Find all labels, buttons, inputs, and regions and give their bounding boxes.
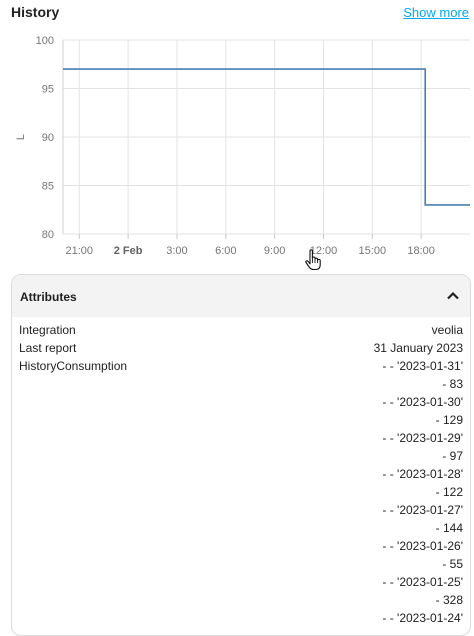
y-tick-label: 80 [42, 229, 54, 241]
attribute-row-integration: Integration veolia [19, 321, 463, 339]
y-tick-label: 85 [42, 181, 54, 193]
attribute-value: 31 January 2023 [373, 341, 463, 355]
attribute-name: Last report [19, 341, 77, 355]
attribute-list: Integration veolia Last report 31 Januar… [12, 317, 470, 627]
attribute-row-history-consumption: HistoryConsumption - - '2023-01-31' - 83… [19, 357, 463, 627]
history-line: - - '2023-01-30' [382, 395, 463, 409]
history-line: - - '2023-01-27' [382, 503, 463, 517]
history-line: - - '2023-01-24' [382, 611, 463, 625]
attribute-value: veolia [431, 323, 463, 337]
attributes-panel: Attributes Integration veolia Last repor… [11, 274, 471, 636]
history-line: - 97 [442, 449, 463, 463]
history-chart-svg: 1009590858021:00 2 Feb 3:00 6:00 9:00 12:00 15… [15, 35, 470, 257]
attribute-row-last-report: Last report 31 January 2023 [19, 339, 463, 357]
attributes-expander[interactable]: Attributes [12, 275, 470, 317]
history-chart[interactable]: 100 95 90 85 80 21:00 2 Feb 3:00 6:00 9:00 12:00 15… [0, 26, 474, 266]
x-tick-label: 6:00 [215, 245, 236, 257]
y-tick-label: 90 [42, 132, 54, 144]
y-tick-label: 95 [42, 84, 54, 96]
x-tick-label: 2 Feb [114, 245, 143, 257]
history-line: - 55 [442, 557, 463, 571]
history-line: - - '2023-01-31' [382, 359, 463, 373]
chevron-up-icon[interactable] [444, 287, 462, 305]
attributes-title: Attributes [20, 290, 77, 304]
attribute-name: Integration [19, 323, 76, 337]
history-consumption-value: - - '2023-01-31' - 83 - - '2023-01-30' -… [382, 357, 463, 627]
history-line: - - '2023-01-29' [382, 431, 463, 445]
x-tick-label: 9:00 [264, 245, 285, 257]
history-title: History [11, 4, 60, 20]
x-tick-label: 15:00 [359, 245, 387, 257]
x-tick-label: 21:00 [66, 245, 94, 257]
history-line: - 122 [435, 485, 463, 499]
y-tick-label: 100 [36, 35, 54, 47]
history-line: - - '2023-01-26' [382, 539, 463, 553]
hand-pointer-cursor-icon [305, 249, 321, 271]
show-more-link[interactable]: Show more [403, 5, 469, 20]
history-line: - - '2023-01-25' [382, 575, 463, 589]
history-line: - - '2023-01-28' [382, 467, 463, 481]
history-line: - 144 [435, 521, 463, 535]
history-line: - 129 [435, 413, 463, 427]
history-header: History Show more [0, 0, 474, 26]
attribute-name: HistoryConsumption [19, 359, 128, 373]
y-axis-label: L [15, 134, 27, 140]
x-tick-label: 3:00 [166, 245, 187, 257]
x-tick-label: 18:00 [407, 245, 435, 257]
history-line: - 83 [442, 377, 463, 391]
history-line: - 328 [435, 593, 463, 607]
